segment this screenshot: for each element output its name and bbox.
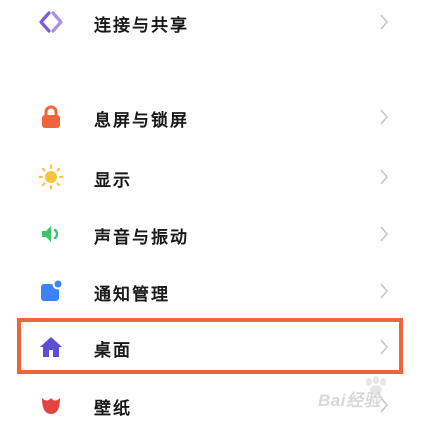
settings-item-sound-vibration[interactable]: 声音与振动 (0, 212, 431, 256)
chevron-right-icon (380, 283, 389, 299)
settings-item-label: 通知管理 (94, 285, 170, 305)
settings-item-label: 声音与振动 (94, 228, 189, 248)
wallpaper-icon (42, 398, 60, 414)
watermark-text: Bai经验 (318, 391, 381, 410)
settings-item-label: 息屏与锁屏 (94, 111, 189, 131)
lock-icon (42, 105, 60, 128)
chevron-right-icon (380, 169, 389, 185)
highlight-frame (17, 318, 403, 374)
speaker-icon (42, 226, 59, 242)
share-diamond-icon (39, 11, 63, 33)
settings-item-screen-lock[interactable]: 息屏与锁屏 (0, 95, 431, 139)
chevron-right-icon (380, 14, 389, 30)
settings-item-label: 连接与共享 (94, 16, 189, 36)
settings-item-label: 壁纸 (94, 399, 132, 419)
chevron-right-icon (380, 109, 389, 125)
settings-item-display[interactable]: 显示 (0, 155, 431, 199)
notification-icon (41, 278, 64, 301)
settings-item-label: 显示 (94, 171, 132, 191)
settings-item-notifications[interactable]: 通知管理 (0, 269, 431, 313)
chevron-right-icon (380, 226, 389, 242)
sun-icon (38, 164, 64, 190)
settings-item-connection-sharing[interactable]: 连接与共享 (0, 0, 431, 44)
